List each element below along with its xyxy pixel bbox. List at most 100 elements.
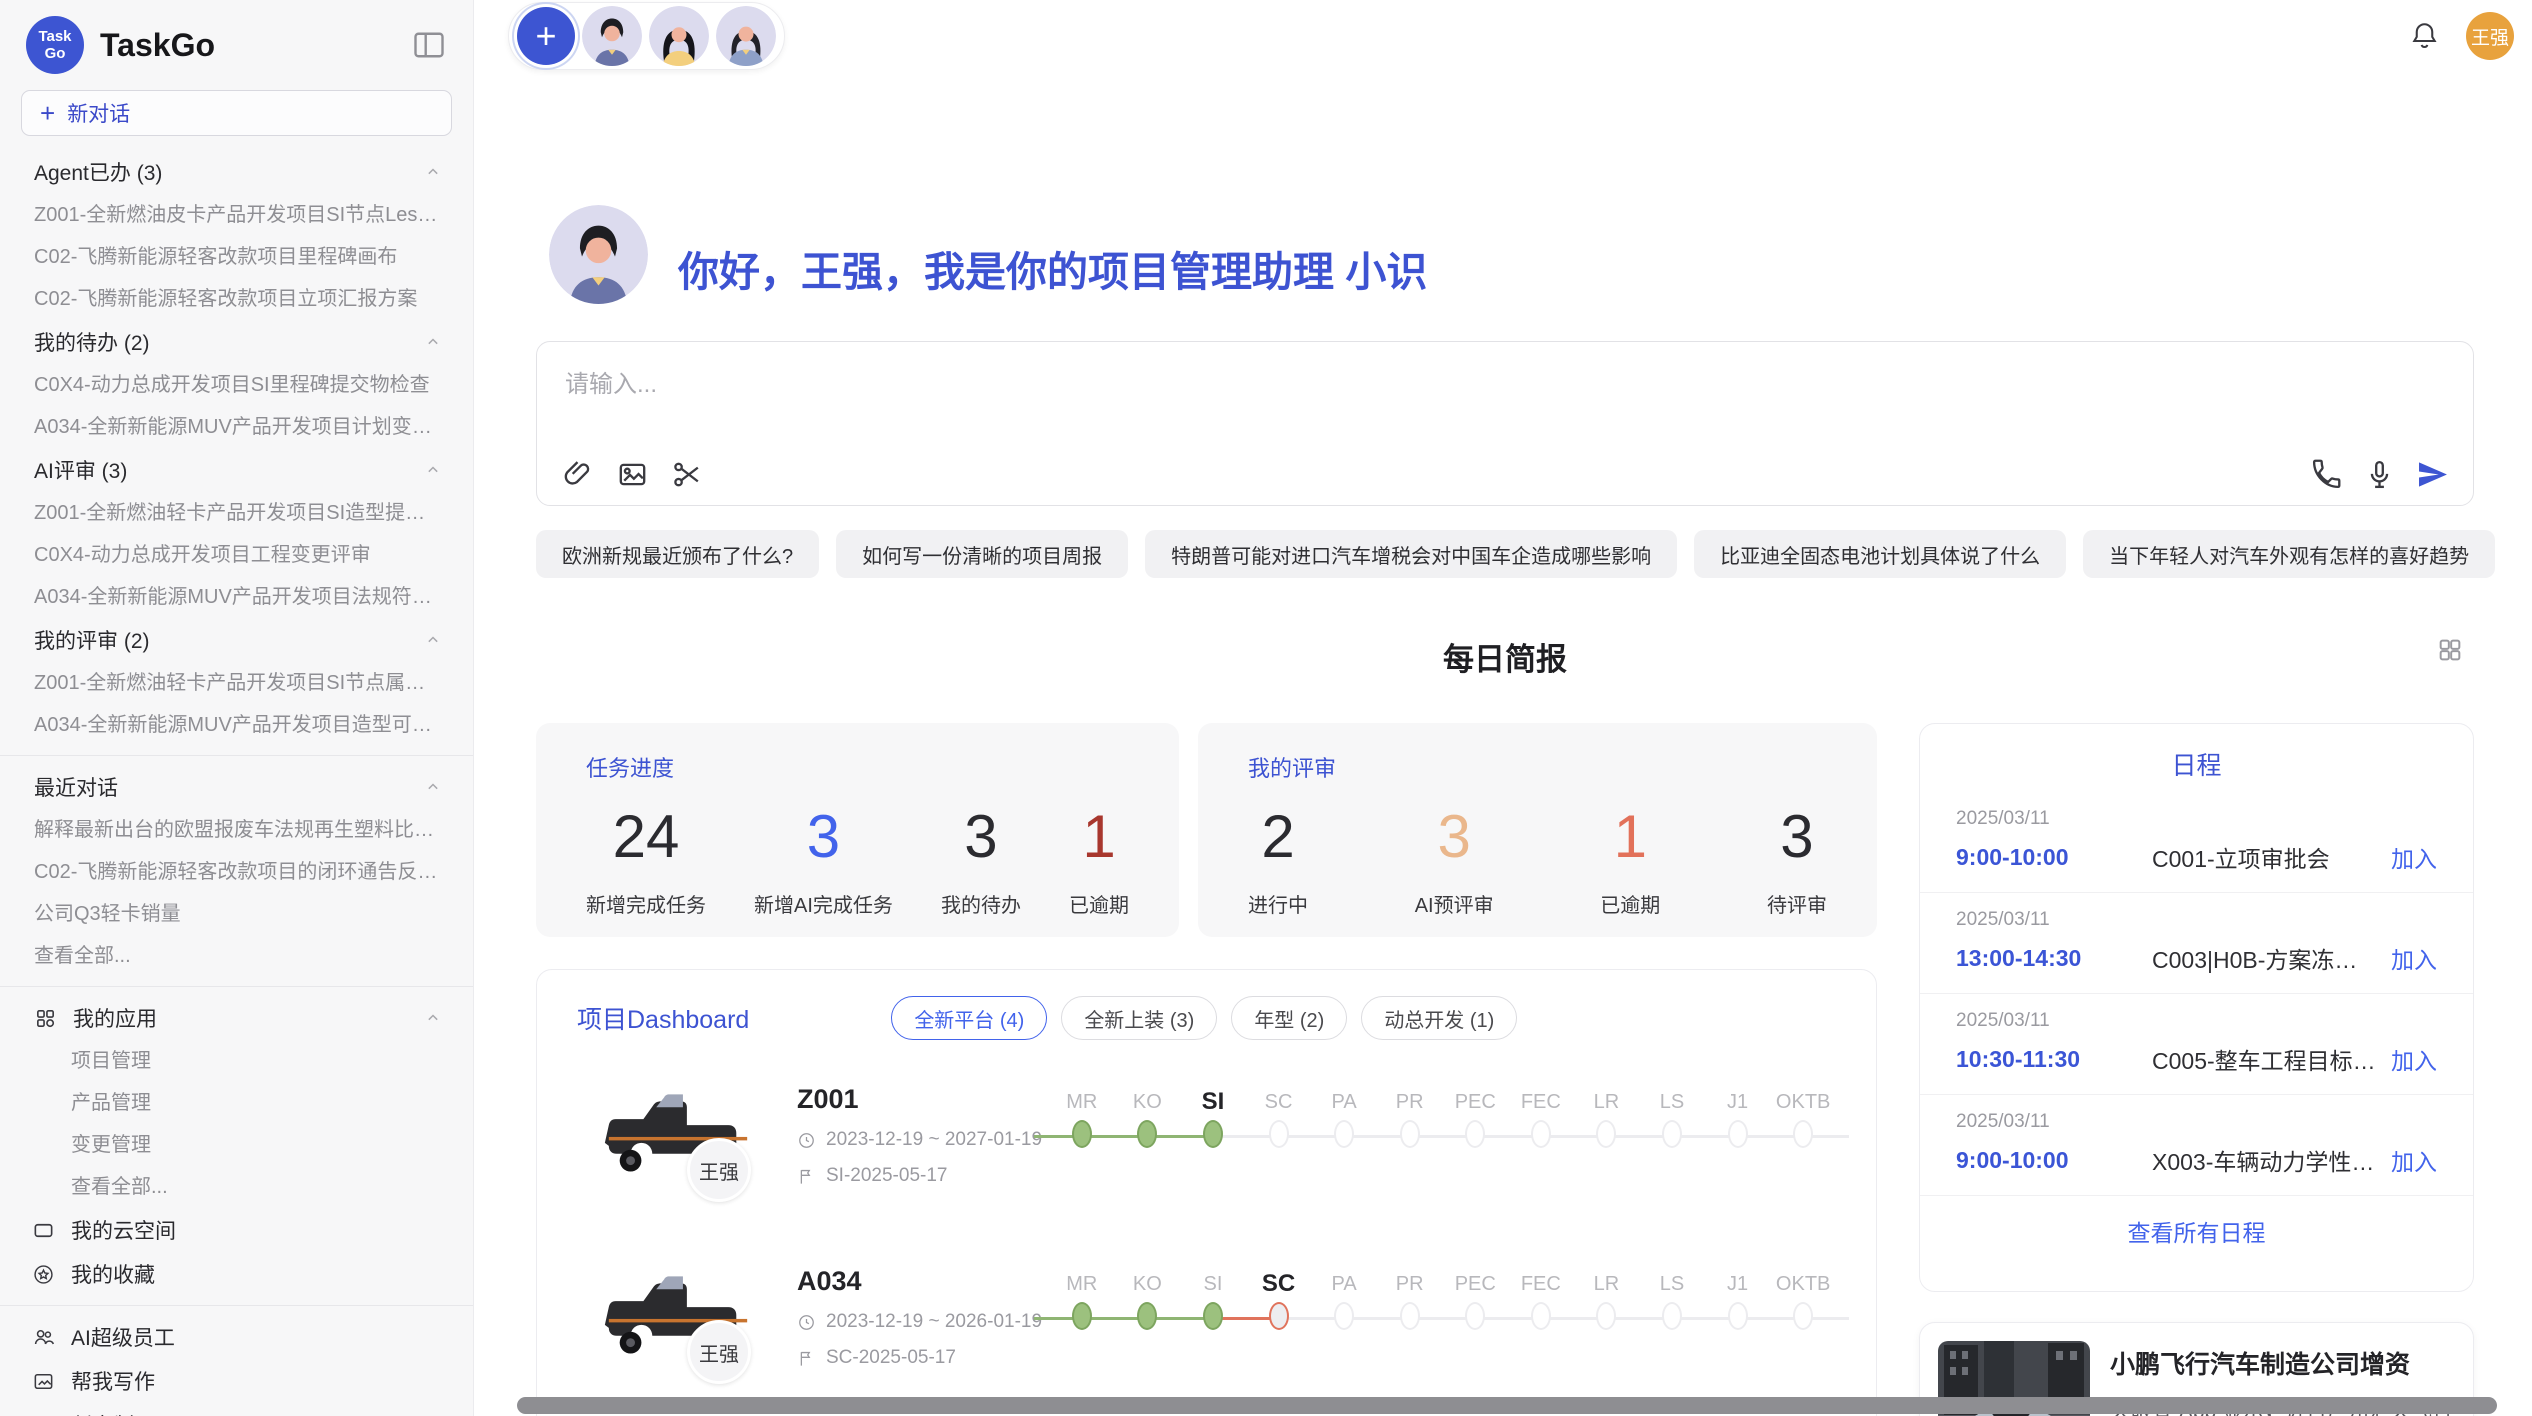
view-all-conversations-link[interactable]: 查看全部... [0,935,473,977]
scissors-icon[interactable] [671,458,704,491]
sidebar-group-header[interactable]: Agent已办 (3) [0,150,473,194]
sidebar-item[interactable]: A034-全新新能源MUV产品开发项目造型可行性评审 [0,704,473,746]
milestone: OKTB [1770,1268,1836,1346]
milestone-dot-zone [1246,1302,1312,1346]
message-input[interactable] [537,342,2473,442]
cloud-space-label: 我的云空间 [71,1215,176,1245]
sidebar-item[interactable]: A034-全新新能源MUV产品开发项目计划变更表编写 [0,406,473,448]
app-subitem[interactable]: 项目管理 [0,1040,473,1082]
suggestion-chip[interactable]: 当下年轻人对汽车外观有怎样的喜好趋势 [2083,530,2495,578]
clock-icon [797,1313,816,1332]
join-link[interactable]: 加入 [2391,941,2437,975]
milestone-label: LR [1574,1268,1640,1300]
composer-right-tools [2310,458,2449,491]
recent-conversation-item[interactable]: 公司Q3轻卡销量 [0,893,473,935]
new-chat-button[interactable]: + 新对话 [21,90,452,136]
milestone-label: LS [1639,1268,1705,1300]
assistant-avatar [549,205,648,304]
agent-avatar-1[interactable] [582,6,642,66]
sidebar-tool-2[interactable]: 创意制图 [0,1403,473,1416]
milestone-dot-zone [1049,1302,1115,1346]
collapse-sidebar-icon[interactable] [411,27,447,63]
user-avatar[interactable]: 王强 [2466,12,2514,60]
sidebar-groups: Agent已办 (3)Z001-全新燃油皮卡产品开发项目SI节点Lesson L… [0,150,473,746]
chevron-up-icon [423,777,443,797]
schedule-time: 13:00-14:30 [1956,945,2152,972]
dashboard-tab[interactable]: 全新平台 (4) [891,996,1047,1040]
layout-grid-icon[interactable] [2436,636,2464,664]
milestone: MR [1049,1086,1115,1164]
sidebar-item[interactable]: C0X4-动力总成开发项目工程变更评审 [0,534,473,576]
flag-icon [797,1167,816,1186]
notifications-bell-icon[interactable] [2409,21,2440,52]
sidebar-item[interactable]: Z001-全新燃油皮卡产品开发项目SI节点Lesson Learn报告 [0,194,473,236]
app-subitem[interactable]: 产品管理 [0,1082,473,1124]
schedule-item: 2025/03/119:00-10:00C001-立项审批会加入 [1920,792,2473,893]
sidebar-item[interactable]: C02-飞腾新能源轻客改款项目里程碑画布 [0,236,473,278]
milestone: SC [1246,1086,1312,1164]
stat-label: 进行中 [1248,889,1308,918]
dashboard-tab[interactable]: 全新上装 (3) [1061,996,1217,1040]
sidebar-item-favorites[interactable]: 我的收藏 [0,1252,473,1296]
view-all-apps-link[interactable]: 查看全部... [0,1166,473,1208]
milestone-dot [1334,1120,1354,1148]
milestone-label: KO [1115,1268,1181,1300]
sidebar-group-header[interactable]: AI评审 (3) [0,448,473,492]
project-name: A034 [797,1266,1049,1297]
my-apps-header[interactable]: 我的应用 [0,996,473,1040]
sidebar-item[interactable]: A034-全新新能源MUV产品开发项目法规符合性评审 [0,576,473,618]
project-row[interactable]: 王强A0342023-12-19 ~ 2026-01-19SC-2025-05-… [537,1232,1876,1414]
milestone-dot [1531,1302,1551,1330]
sidebar-tool-1[interactable]: 帮我写作 [0,1359,473,1403]
suggestion-chip[interactable]: 比亚迪全固态电池计划具体说了什么 [1694,530,2066,578]
recent-conversation-item[interactable]: 解释最新出台的欧盟报废车法规再生塑料比例被调至15%... [0,809,473,851]
milestone-dot [1728,1120,1748,1148]
horizontal-scrollbar[interactable] [517,1397,2497,1414]
stat: 1已逾期 [1069,801,1129,918]
sidebar-item-cloud-space[interactable]: 我的云空间 [0,1208,473,1252]
milestone-dot-zone [1442,1302,1508,1346]
agent-avatar-2[interactable] [649,6,709,66]
sidebar-item[interactable]: Z001-全新燃油轻卡产品开发项目SI节点属性5D文件评审 [0,662,473,704]
divider [0,1305,473,1306]
join-link[interactable]: 加入 [2391,840,2437,874]
brief-card: 我的评审2进行中3AI预评审1已逾期3待评审 [1198,723,1877,937]
sidebar-group-header[interactable]: 我的评审 (2) [0,618,473,662]
milestone-dot [1072,1120,1092,1148]
sidebar-item[interactable]: C0X4-动力总成开发项目SI里程碑提交物检查 [0,364,473,406]
join-link[interactable]: 加入 [2391,1042,2437,1076]
image-upload-icon[interactable] [616,458,649,491]
add-agent-button[interactable]: + [517,7,575,65]
dashboard-tab[interactable]: 动总开发 (1) [1361,996,1517,1040]
recent-conversation-item[interactable]: C02-飞腾新能源轻客改款项目的闭环通告反馈情况 [0,851,473,893]
milestone-label: FEC [1508,1086,1574,1118]
dashboard-tab[interactable]: 年型 (2) [1231,996,1347,1040]
project-row[interactable]: 王强Z0012023-12-19 ~ 2027-01-19SI-2025-05-… [537,1050,1876,1232]
microphone-icon[interactable] [2363,458,2396,491]
favorites-label: 我的收藏 [71,1259,155,1289]
milestone: LR [1574,1268,1640,1346]
suggestion-chip[interactable]: 特朗普可能对进口汽车增税会对中国车企造成哪些影响 [1145,530,1677,578]
project-info: A0342023-12-19 ~ 2026-01-19SC-2025-05-17 [797,1258,1049,1369]
sidebar-tool-0[interactable]: AI超级员工 [0,1315,473,1359]
sidebar-item[interactable]: Z001-全新燃油轻卡产品开发项目SI造型提交物评审 [0,492,473,534]
app-subitem[interactable]: 变更管理 [0,1124,473,1166]
agent-avatar-3[interactable] [716,6,776,66]
view-all-schedule-link[interactable]: 查看所有日程 [1920,1214,2473,1248]
milestone-dot-zone [1180,1120,1246,1164]
voice-call-icon[interactable] [2310,458,2343,491]
milestone: SI [1180,1268,1246,1346]
new-chat-label: 新对话 [67,98,130,128]
my-apps-label: 我的应用 [73,1003,157,1033]
send-icon[interactable] [2416,458,2449,491]
suggestion-chip[interactable]: 欧洲新规最近颁布了什么? [536,530,819,578]
sidebar-group-header[interactable]: 我的待办 (2) [0,320,473,364]
recent-conversations-header[interactable]: 最近对话 [0,765,473,809]
chevron-up-icon [423,332,443,352]
suggestion-chip[interactable]: 如何写一份清晰的项目周报 [836,530,1128,578]
attachment-icon[interactable] [561,458,594,491]
milestone-label: OKTB [1770,1268,1836,1300]
sidebar-item[interactable]: C02-飞腾新能源轻客改款项目立项汇报方案 [0,278,473,320]
join-link[interactable]: 加入 [2391,1143,2437,1177]
project-flag: SC-2025-05-17 [797,1347,1049,1369]
